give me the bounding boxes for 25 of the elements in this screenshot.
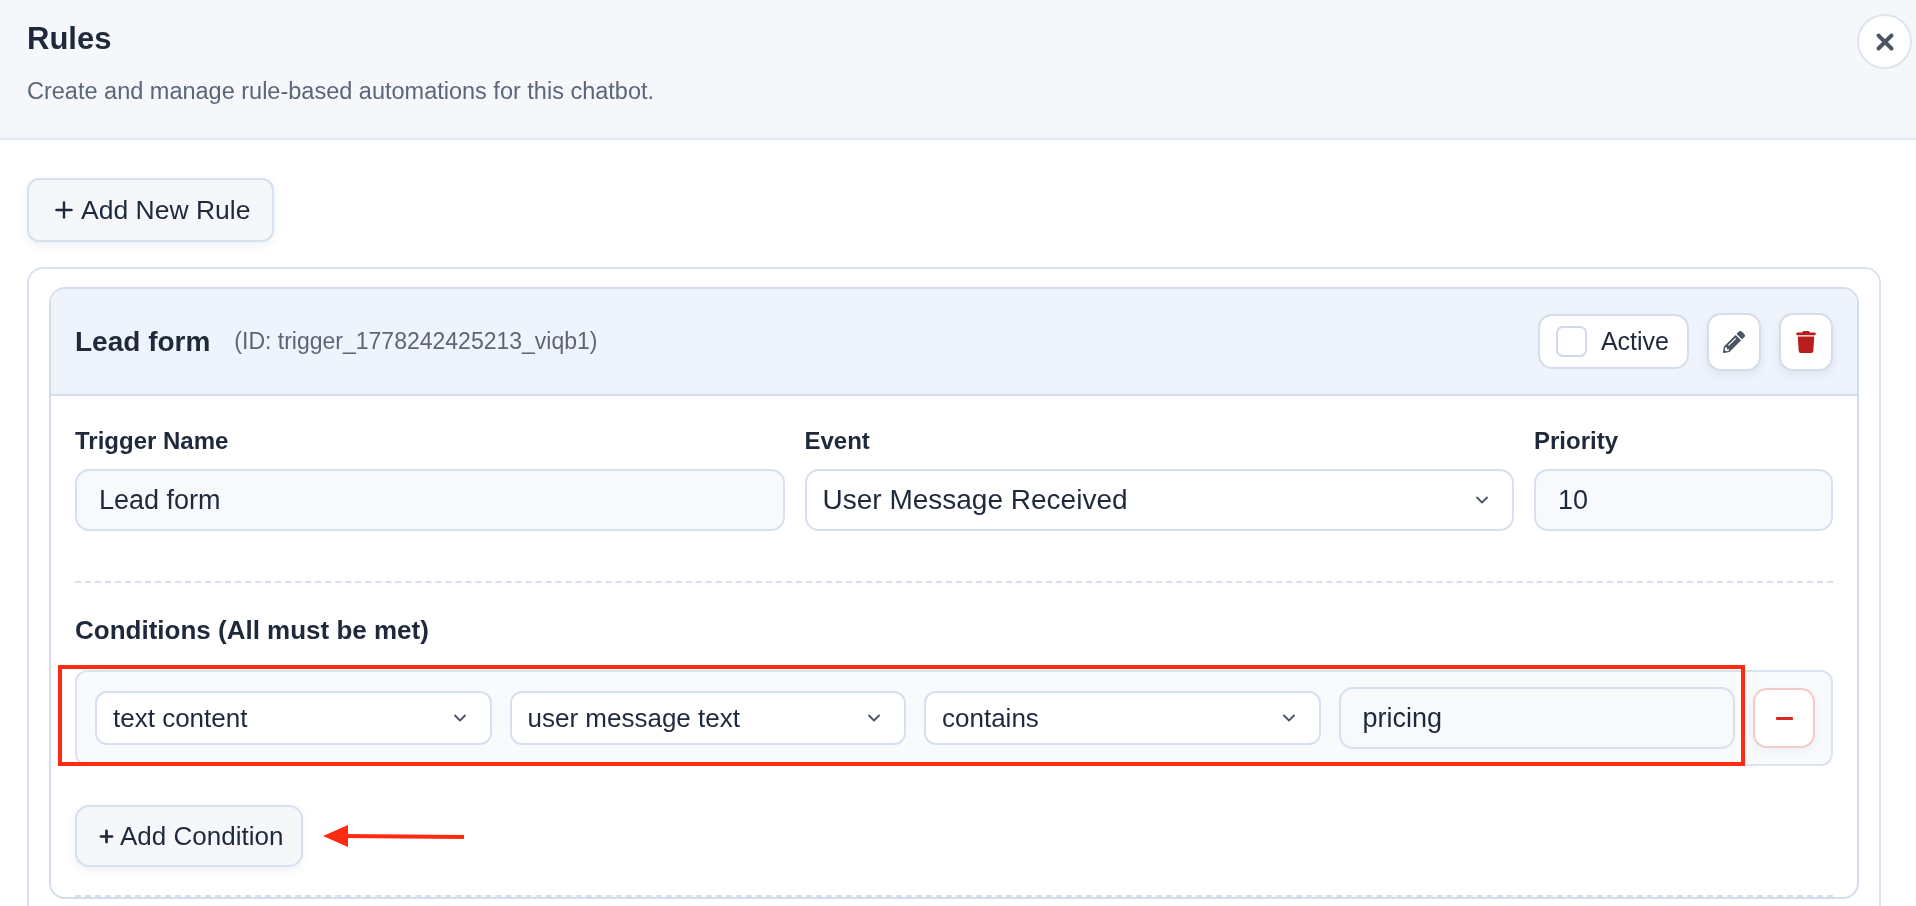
add-condition-button[interactable]: Add Condition <box>75 805 304 867</box>
rule-id: (ID: trigger_1778242425213_viqb1) <box>234 328 598 355</box>
field-label: Event <box>804 427 870 455</box>
dropdown[interactable]: contains <box>924 691 1321 745</box>
dropdown[interactable]: User Message Received <box>804 469 1514 531</box>
field-label: Trigger Name <box>75 427 229 455</box>
text-input[interactable]: 10 <box>1534 469 1833 531</box>
trash-icon <box>1795 330 1817 353</box>
checkbox[interactable] <box>1555 326 1587 357</box>
edit-button[interactable] <box>1707 312 1761 371</box>
text-input[interactable]: pricing <box>1338 687 1735 749</box>
delete-button[interactable] <box>1779 312 1833 371</box>
page-title: Rules <box>27 21 112 57</box>
page-subtitle: Create and manage rule-based automations for this chatbot. <box>27 77 655 105</box>
minus-icon <box>1775 716 1793 720</box>
field-label: Priority <box>1534 427 1619 455</box>
rule-name: Lead form <box>75 325 211 358</box>
close-button[interactable] <box>1857 14 1912 69</box>
dropdown[interactable]: user message text <box>509 691 906 745</box>
active-toggle[interactable]: Active <box>1537 314 1689 369</box>
pencil-icon <box>1723 330 1745 353</box>
conditions-title: Conditions (All must be met) <box>75 615 430 645</box>
add-rule-button[interactable]: Add New Rule <box>27 178 275 242</box>
dropdown[interactable]: text content <box>95 691 492 745</box>
text-input[interactable]: Lead form <box>75 469 785 531</box>
